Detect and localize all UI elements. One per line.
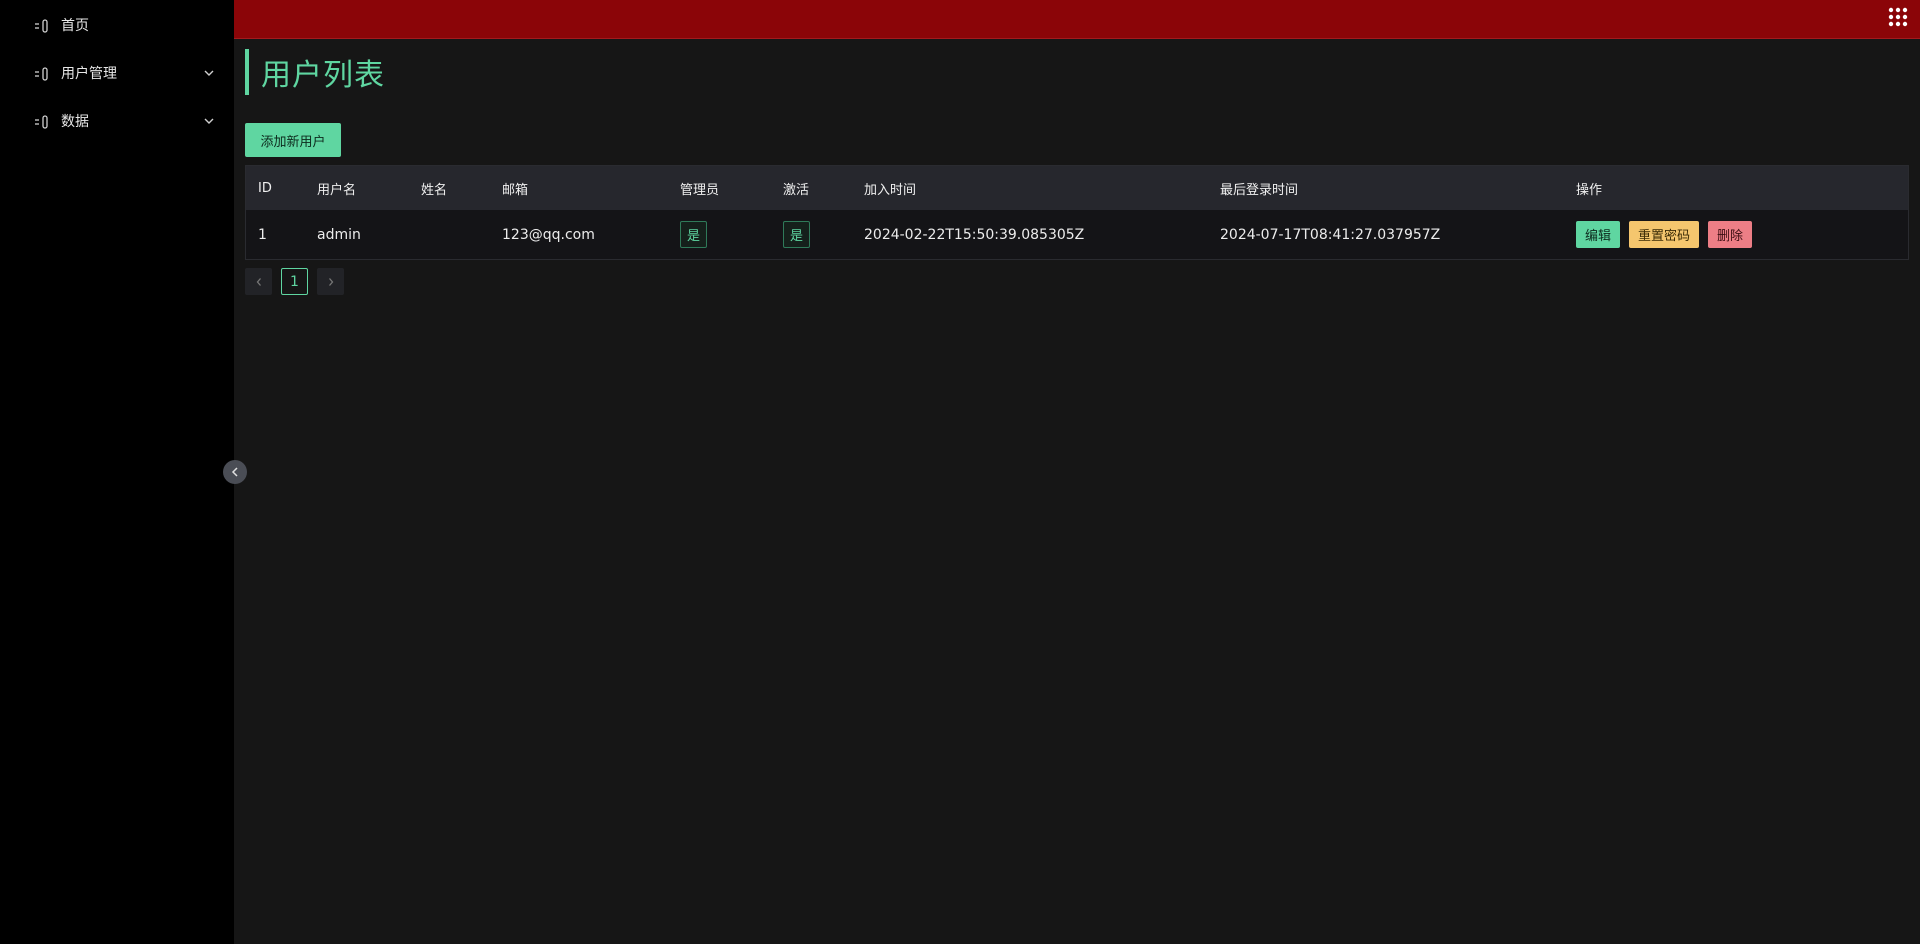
sidebar-item-home[interactable]: 首页 [0, 1, 234, 49]
sidebar-item-data[interactable]: 数据 [0, 97, 234, 145]
column-header-name: 姓名 [421, 182, 448, 198]
page-title-block: 用户列表 [245, 49, 385, 95]
top-bar [234, 0, 1920, 39]
active-status-tag: 是 [783, 221, 810, 248]
chevron-down-icon [204, 118, 214, 124]
column-header-email: 邮箱 [502, 182, 529, 198]
user-table: ID 用户名 姓名 邮箱 管理员 激活 加入时间 最后登录时间 操作 1 adm [245, 165, 1909, 260]
cell-active: 是 [771, 210, 852, 259]
cell-joined: 2024-02-22T15:50:39.085305Z [864, 226, 1085, 243]
grid-dots-icon[interactable] [1888, 7, 1908, 27]
sidebar-item-label: 首页 [61, 18, 89, 34]
column-header-active: 激活 [783, 182, 810, 198]
sidebar: 首页 用户管理 数据 [0, 0, 234, 944]
chevron-left-icon [256, 277, 261, 286]
chevron-down-icon [204, 70, 214, 76]
table-header-row: ID 用户名 姓名 邮箱 管理员 激活 加入时间 最后登录时间 操作 [246, 166, 1908, 210]
cell-admin: 是 [668, 210, 771, 259]
page-title: 用户列表 [261, 58, 385, 93]
sidebar-item-user-management[interactable]: 用户管理 [0, 49, 234, 97]
column-header-last-login: 最后登录时间 [1220, 182, 1299, 198]
reset-password-button[interactable]: 重置密码 [1629, 221, 1700, 248]
column-header-username: 用户名 [317, 182, 357, 198]
table-row: 1 admin 123@qq.com 是 是 2024-02-22T15:50:… [246, 210, 1908, 259]
cell-email: 123@qq.com [502, 226, 595, 243]
next-page-button[interactable] [317, 268, 344, 295]
cell-actions: 编辑 重置密码 删除 [1564, 210, 1908, 259]
page-icon [35, 19, 48, 33]
column-header-joined: 加入时间 [864, 182, 917, 198]
page-number-button[interactable]: 1 [281, 268, 308, 295]
pagination: 1 [245, 268, 344, 295]
chevron-right-icon [328, 277, 333, 286]
page-icon [35, 67, 48, 81]
cell-last-login: 2024-07-17T08:41:27.037957Z [1220, 226, 1441, 243]
main-content: 用户列表 添加新用户 ID 用户名 姓名 邮箱 管理员 激活 加入时间 最后登录… [234, 40, 1920, 944]
cell-username: admin [317, 226, 361, 243]
app-root: 首页 用户管理 数据 用户列表 添加新用户 ID 用户名 姓名 邮箱 管理员 激… [0, 0, 1920, 944]
cell-id: 1 [258, 226, 267, 243]
column-header-admin: 管理员 [680, 182, 720, 198]
prev-page-button[interactable] [245, 268, 272, 295]
column-header-id: ID [258, 180, 272, 196]
admin-status-tag: 是 [680, 221, 707, 248]
edit-button[interactable]: 编辑 [1576, 221, 1621, 248]
page-icon [35, 115, 48, 129]
cell-name [409, 210, 490, 259]
add-user-button[interactable]: 添加新用户 [245, 123, 341, 157]
column-header-actions: 操作 [1576, 182, 1603, 198]
delete-button[interactable]: 删除 [1708, 221, 1753, 248]
sidebar-item-label: 数据 [61, 114, 89, 130]
sidebar-item-label: 用户管理 [61, 66, 117, 82]
